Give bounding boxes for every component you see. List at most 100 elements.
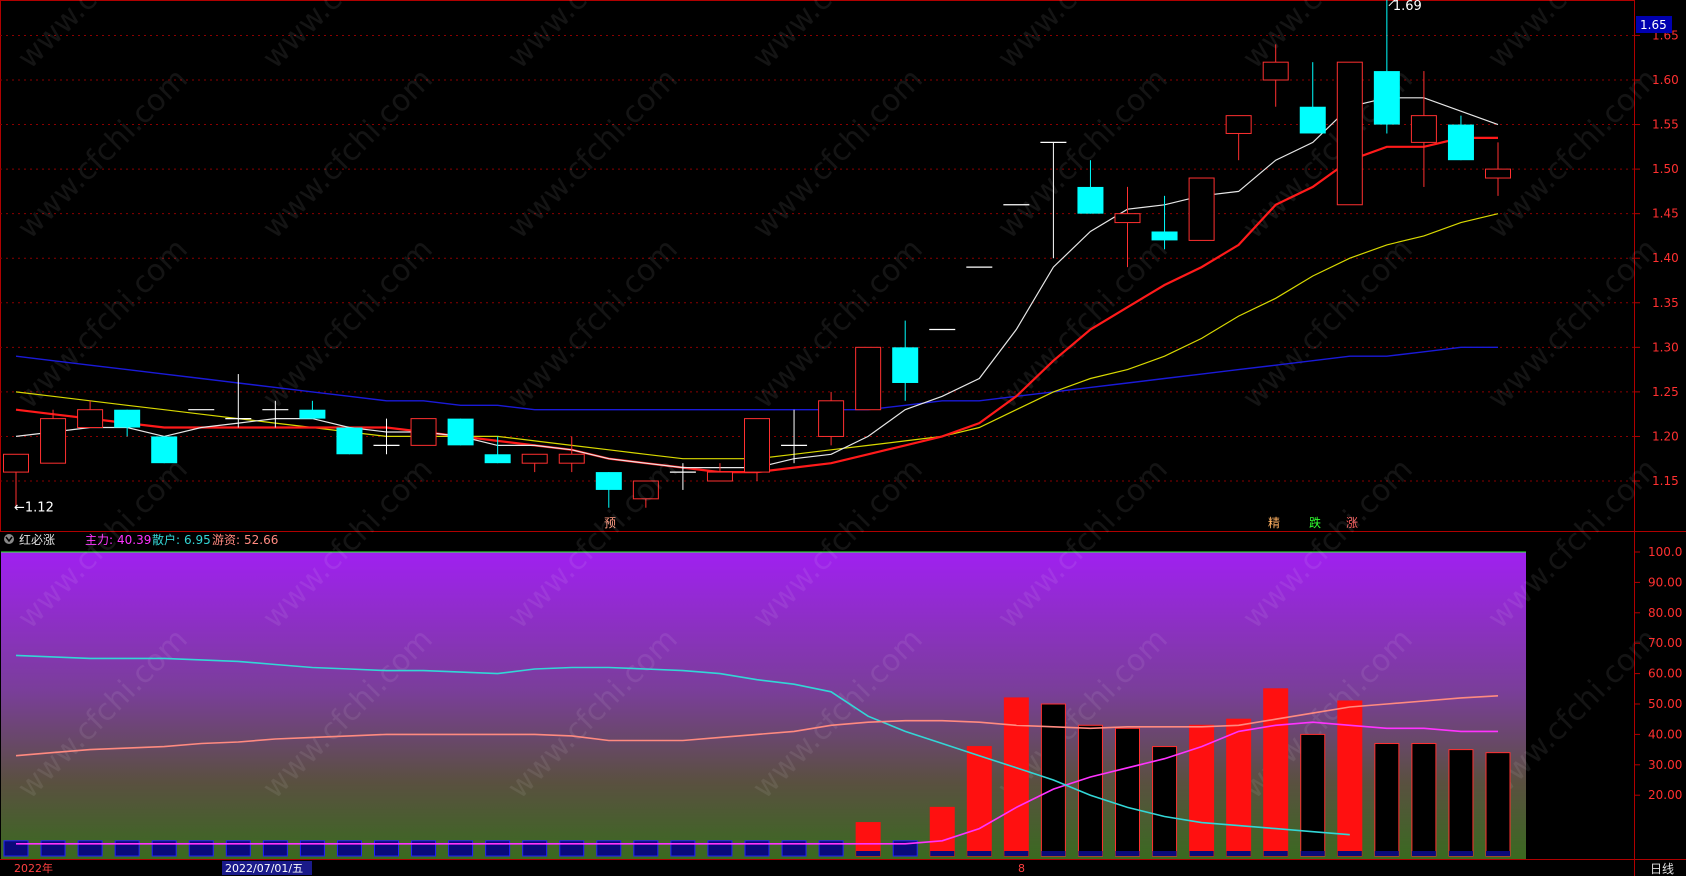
collapse-icon[interactable] [4, 534, 14, 544]
candlestick-series[interactable] [3, 0, 1511, 508]
indicator-bar [1448, 749, 1474, 857]
candle[interactable] [1336, 61, 1363, 206]
indicator-tick-label: 80.00 [1648, 606, 1682, 620]
candle-body-down [114, 409, 141, 428]
year-label: 2022年 [14, 861, 53, 875]
indicator-bar [1226, 718, 1252, 857]
signal-jing: 精 [1268, 516, 1280, 530]
watermark-text: www.cfchi.com [746, 62, 930, 246]
indicator-bar [1485, 752, 1511, 857]
candle-body-up [40, 418, 67, 464]
price-tick-label: 1.40 [1652, 251, 1679, 265]
indicator-tick-label: 100.0 [1648, 545, 1682, 559]
watermark-text: www.cfchi.com [11, 232, 195, 416]
indicator-tick-label: 60.00 [1648, 667, 1682, 681]
indicator-bar [929, 806, 955, 857]
candle[interactable] [114, 409, 141, 437]
candle-body-down [1077, 186, 1104, 214]
candle-body-up [855, 346, 882, 411]
candle-body-down [336, 427, 363, 455]
indicator-bar [1077, 724, 1103, 857]
candle-body-down [892, 347, 919, 383]
price-tick-label: 1.30 [1652, 340, 1679, 354]
watermark-text: www.cfchi.com [501, 232, 685, 416]
indicator-bar-base [856, 851, 881, 856]
indicator-bar-base [1374, 851, 1399, 856]
indicator-header: 红必涨 主力: 40.39 散户: 6.95 游资: 52.66 [4, 532, 278, 547]
price-tick-label: 1.45 [1652, 207, 1679, 221]
indicator-bar-base [1263, 851, 1288, 856]
candle[interactable] [336, 427, 363, 455]
candle[interactable] [744, 418, 770, 481]
high-price-label: 1.69 [1393, 0, 1422, 14]
candle[interactable] [77, 400, 104, 429]
indicator-bar [1411, 743, 1437, 857]
candle-body-up [3, 453, 29, 473]
indicator-name[interactable]: 红必涨 [19, 532, 55, 547]
candle-body-up [1485, 168, 1511, 179]
indicator-bar [1300, 733, 1326, 857]
candle[interactable] [558, 436, 585, 473]
indicator-bar-base [930, 851, 955, 856]
indicator-bar-base [1300, 851, 1325, 856]
candle[interactable] [1485, 142, 1511, 196]
watermark-text: www.cfchi.com [991, 62, 1175, 246]
candle-body-down [1447, 124, 1474, 161]
candle-body-up [77, 409, 104, 429]
candle-body-up [1262, 61, 1289, 81]
indicator-tick-label: 70.00 [1648, 636, 1682, 650]
candle[interactable] [818, 391, 845, 446]
candle-body-down [299, 409, 326, 419]
indicator-axis: 100.0 90.00 80.00 70.00 60.00 50.00 40.00 30.00… [1634, 545, 1682, 802]
watermark-layer: www.cfchi.com www.cfchi.com www.cfchi.com w… [11, 0, 1665, 416]
candle-body-down [595, 472, 622, 490]
indicator-bar [855, 822, 881, 857]
candle[interactable] [299, 400, 326, 419]
candle-body-up [706, 471, 733, 482]
candle[interactable] [706, 463, 733, 482]
candle-body-up [1336, 61, 1363, 206]
watermark-text: www.cfchi.com [1481, 452, 1665, 636]
candle[interactable] [1188, 177, 1215, 241]
watermark-text: www.cfchi.com [1481, 232, 1665, 416]
low-price-label: ←1.12 [14, 501, 54, 516]
indicator-bar [1003, 697, 1029, 857]
hot-money-label: 游资: [212, 533, 240, 547]
indicator-bar [1115, 727, 1140, 857]
price-tick-label: 1.25 [1652, 385, 1679, 399]
candle-body-down [1299, 106, 1326, 134]
candle[interactable] [855, 346, 882, 411]
candle[interactable] [40, 409, 67, 464]
indicator-tick-label: 40.00 [1648, 727, 1682, 741]
candle[interactable] [892, 320, 919, 401]
hot-money-value: 52.66 [244, 533, 278, 547]
candle[interactable] [410, 418, 437, 446]
indicator-bar [1374, 743, 1400, 857]
candle-body-up [1225, 115, 1252, 134]
indicator-bar-base [1004, 851, 1029, 856]
indicator-bar-base [1115, 851, 1140, 856]
candle[interactable] [521, 453, 548, 473]
candle-body-up [521, 453, 548, 464]
retail-label: 散户: [152, 532, 180, 547]
watermark-text: www.cfchi.com [501, 62, 685, 246]
indicator-bar [1189, 724, 1215, 857]
date-label[interactable]: 2022/07/01/五 [225, 862, 303, 875]
date-marker: 8 [1018, 862, 1025, 875]
candle-body-up [1410, 115, 1437, 143]
stock-chart-window: www.cfchi.com www.cfchi.com www.cfchi.com w… [0, 0, 1686, 876]
candle[interactable] [1299, 62, 1326, 134]
candle[interactable] [447, 418, 474, 446]
current-price-label: 1.65 [1640, 18, 1667, 32]
indicator-bar-base [1226, 851, 1251, 856]
period-label[interactable]: 日线 [1650, 862, 1674, 876]
chart-canvas[interactable]: www.cfchi.com www.cfchi.com www.cfchi.com w… [0, 0, 1686, 876]
indicator-tick-label: 30.00 [1648, 758, 1682, 772]
bottom-date-bar: 2022年 2022/07/01/五 8 日线 [0, 860, 1674, 876]
candle[interactable] [1225, 115, 1252, 161]
candle[interactable] [1447, 115, 1474, 161]
candle-body-up [558, 453, 585, 464]
price-tick-label: 1.50 [1652, 162, 1679, 176]
watermark-text: www.cfchi.com [1236, 232, 1420, 416]
indicator-bar-base [1078, 851, 1103, 856]
